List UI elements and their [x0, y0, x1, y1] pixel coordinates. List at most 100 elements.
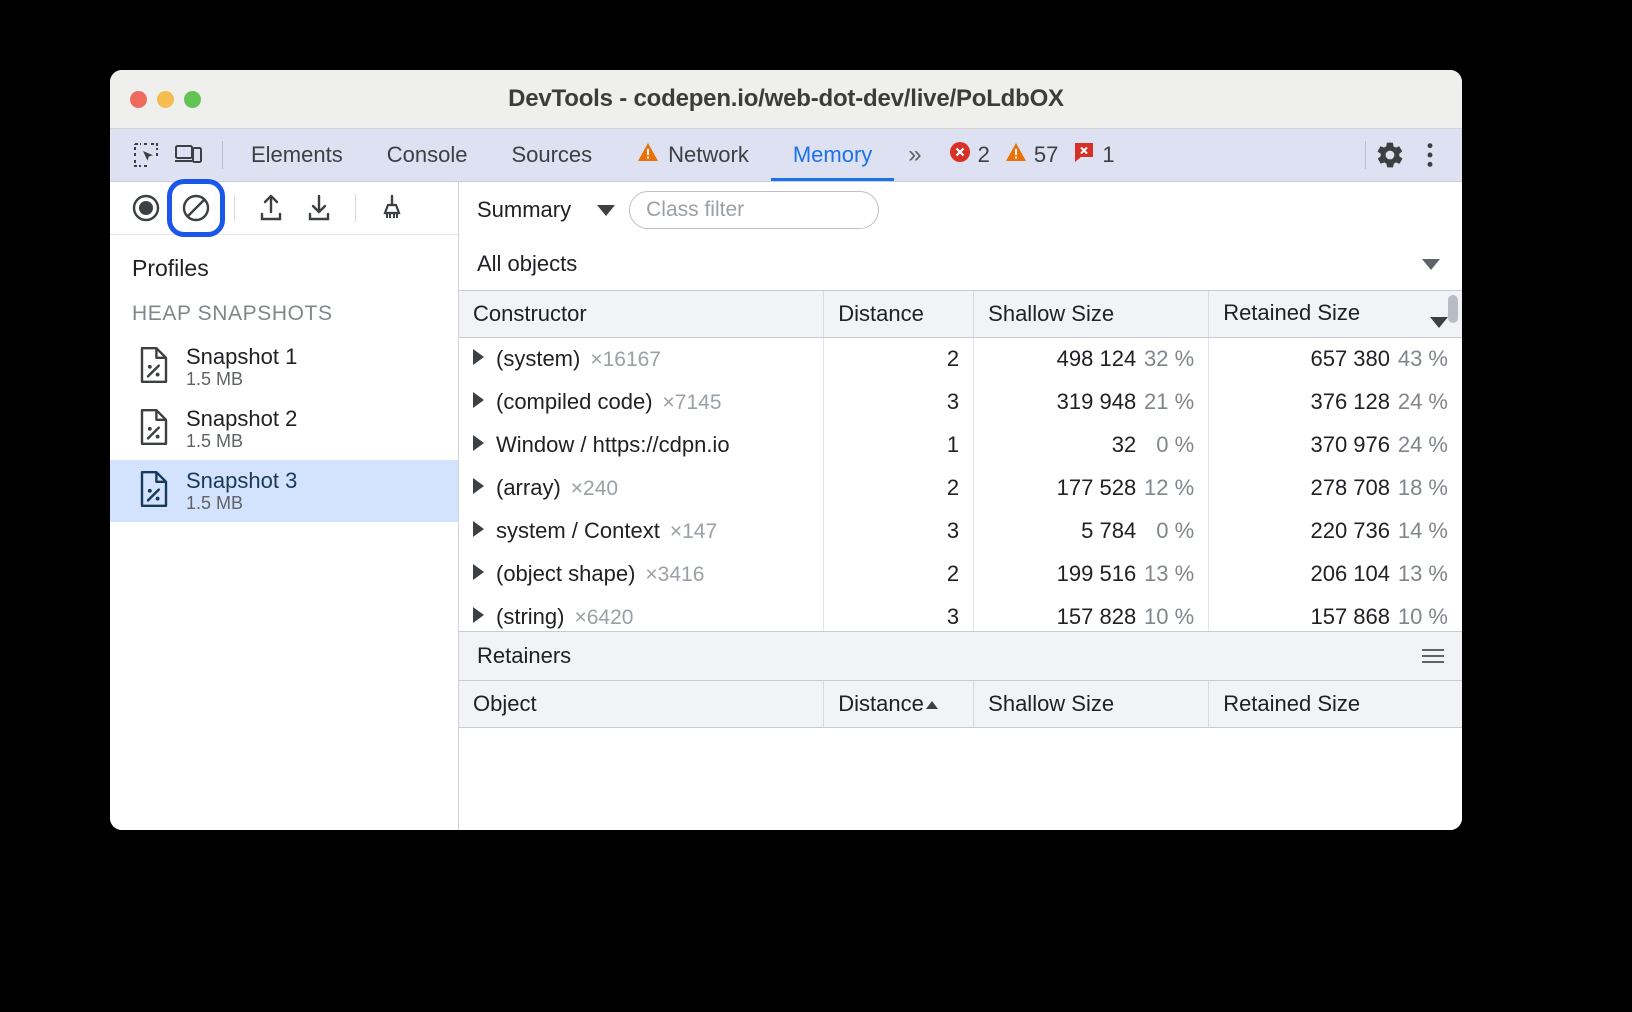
table-row[interactable]: (compiled code)×7145 3 319 94821 % 376 1…: [459, 380, 1462, 423]
tab-elements[interactable]: Elements: [229, 129, 365, 181]
cell-constructor: (array)×240: [459, 466, 824, 509]
tab-network[interactable]: Network: [614, 129, 771, 181]
tab-label: Console: [387, 142, 468, 168]
inspect-element-icon[interactable]: [128, 137, 164, 173]
traffic-lights: [130, 91, 201, 108]
cell-retained-size: 206 10413 %: [1209, 552, 1462, 595]
retained-size-percent: 13 %: [1390, 561, 1448, 587]
retainers-empty-body: [459, 728, 1462, 831]
column-header-constructor[interactable]: Constructor: [459, 291, 824, 337]
expand-triangle-icon[interactable]: [473, 349, 484, 365]
snapshot-name: Snapshot 1: [186, 344, 297, 369]
column-header-retained-size[interactable]: Retained Size: [1209, 681, 1462, 727]
constructors-table-container: Constructor Distance Shallow Size Retain…: [459, 290, 1462, 631]
table-row[interactable]: (system)×16167 2 498 12432 % 657 38043 %: [459, 337, 1462, 380]
constructors-table: Constructor Distance Shallow Size Retain…: [459, 291, 1462, 631]
clear-recording-button[interactable]: [172, 184, 220, 232]
snapshot-name: Snapshot 3: [186, 468, 297, 493]
warning-counter[interactable]: 57: [1000, 141, 1062, 169]
retained-size-value: 220 736: [1310, 518, 1390, 543]
table-row[interactable]: (string)×6420 3 157 82810 % 157 86810 %: [459, 595, 1462, 631]
shallow-size-percent: 12 %: [1136, 475, 1194, 501]
tab-sources[interactable]: Sources: [489, 129, 614, 181]
column-header-shallow-size[interactable]: Shallow Size: [974, 291, 1209, 337]
class-filter-input[interactable]: [629, 191, 879, 229]
retainers-header-row: Object Distance Shallow Size Retained Si…: [459, 681, 1462, 727]
shallow-size-percent: 0 %: [1136, 432, 1194, 458]
table-row[interactable]: (array)×240 2 177 52812 % 278 70818 %: [459, 466, 1462, 509]
window-title: DevTools - codepen.io/web-dot-dev/live/P…: [110, 85, 1462, 113]
cell-distance: 1: [824, 423, 974, 466]
expand-triangle-icon[interactable]: [473, 564, 484, 580]
expand-triangle-icon[interactable]: [473, 392, 484, 408]
retained-size-value: 376 128: [1310, 389, 1390, 414]
cell-retained-size: 657 38043 %: [1209, 337, 1462, 380]
view-mode-dropdown[interactable]: Summary: [477, 197, 629, 223]
minimize-window-button[interactable]: [157, 91, 174, 108]
load-profile-button[interactable]: [249, 186, 293, 230]
toolbar-divider-2: [355, 194, 356, 222]
vertical-scrollbar-thumb[interactable]: [1448, 295, 1458, 323]
snapshot-list-item-selected[interactable]: Snapshot 3 1.5 MB: [110, 460, 458, 522]
cell-retained-size: 370 97624 %: [1209, 423, 1462, 466]
expand-triangle-icon[interactable]: [473, 435, 484, 451]
tab-label: Elements: [251, 142, 343, 168]
record-heap-snapshot-button[interactable]: [124, 186, 168, 230]
constructor-name: (compiled code): [496, 389, 653, 414]
instance-count: ×16167: [590, 348, 661, 371]
chevron-down-icon: [597, 205, 615, 216]
constructor-name: Window / https://cdpn.io: [496, 432, 730, 457]
cell-shallow-size: 498 12432 %: [974, 337, 1209, 380]
window-titlebar: DevTools - codepen.io/web-dot-dev/live/P…: [110, 70, 1462, 129]
tab-memory[interactable]: Memory: [771, 129, 894, 181]
objects-scope-dropdown[interactable]: All objects: [459, 238, 1462, 290]
device-toolbar-icon[interactable]: [170, 137, 206, 173]
instance-count: ×240: [571, 477, 618, 500]
zoom-window-button[interactable]: [184, 91, 201, 108]
cell-retained-size: 157 86810 %: [1209, 595, 1462, 631]
column-header-object[interactable]: Object: [459, 681, 824, 727]
retainers-menu-icon[interactable]: [1422, 649, 1444, 663]
retainers-table: Object Distance Shallow Size Retained Si…: [459, 681, 1462, 728]
constructor-name: (system): [496, 346, 580, 371]
issue-counter[interactable]: 1: [1068, 140, 1118, 170]
tab-console[interactable]: Console: [365, 129, 490, 181]
more-options-icon[interactable]: [1412, 137, 1448, 173]
collect-garbage-button[interactable]: [370, 186, 414, 230]
cell-shallow-size: 320 %: [974, 423, 1209, 466]
chevron-down-icon: [1422, 259, 1440, 270]
error-counter[interactable]: 2: [944, 140, 994, 170]
expand-triangle-icon[interactable]: [473, 478, 484, 494]
cell-constructor: (system) ×16167: [459, 337, 824, 380]
retained-size-value: 657 380: [1310, 346, 1390, 371]
instance-count: ×6420: [574, 606, 633, 629]
expand-triangle-icon[interactable]: [473, 521, 484, 537]
column-header-distance[interactable]: Distance: [824, 291, 974, 337]
cell-shallow-size: 5 7840 %: [974, 509, 1209, 552]
tab-label: Network: [668, 142, 749, 168]
column-header-shallow-size[interactable]: Shallow Size: [974, 681, 1209, 727]
column-header-distance[interactable]: Distance: [824, 681, 974, 727]
table-row[interactable]: Window / https://cdpn.io 1 320 % 370 976…: [459, 423, 1462, 466]
retained-size-percent: 43 %: [1390, 346, 1448, 372]
expand-triangle-icon[interactable]: [473, 607, 484, 623]
close-window-button[interactable]: [130, 91, 147, 108]
more-tabs-icon[interactable]: »: [894, 129, 935, 181]
cell-shallow-size: 199 51613 %: [974, 552, 1209, 595]
warning-count: 57: [1034, 142, 1058, 168]
snapshot-list-item[interactable]: Snapshot 2 1.5 MB: [110, 398, 458, 460]
retained-size-value: 157 868: [1310, 604, 1390, 629]
save-profile-button[interactable]: [297, 186, 341, 230]
shallow-size-value: 199 516: [1057, 561, 1137, 586]
profiles-sidebar: Profiles HEAP SNAPSHOTS Snapshot 1 1.5 M…: [110, 182, 459, 830]
instance-count: ×147: [670, 520, 717, 543]
table-row[interactable]: system / Context×147 3 5 7840 % 220 7361…: [459, 509, 1462, 552]
settings-gear-icon[interactable]: [1372, 137, 1408, 173]
retained-size-value: 206 104: [1310, 561, 1390, 586]
column-header-retained-size[interactable]: Retained Size: [1209, 291, 1462, 337]
snapshot-list-item[interactable]: Snapshot 1 1.5 MB: [110, 336, 458, 398]
table-row[interactable]: (object shape)×3416 2 199 51613 % 206 10…: [459, 552, 1462, 595]
cell-retained-size: 376 12824 %: [1209, 380, 1462, 423]
heap-view-toolbar: Summary: [459, 182, 1462, 238]
error-count: 2: [978, 142, 990, 168]
